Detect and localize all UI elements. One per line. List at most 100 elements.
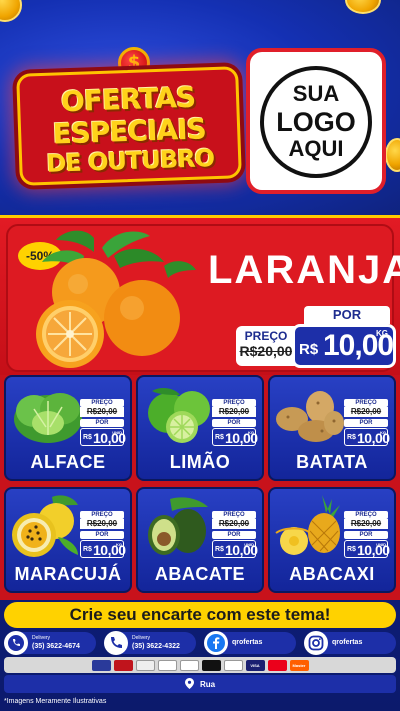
currency-label: R$ [83,434,92,441]
price-tag: PREÇO R$20,00 POR R$ 10,00 UNID [80,399,126,446]
price-box: R$ 10,00 UNID [344,540,390,558]
logo-placeholder: SUA LOGO AQUI [246,48,386,194]
pineapple-image [275,495,340,555]
contact-label: Delivery [132,635,151,641]
cta-banner[interactable]: Crie seu encarte com este tema! [4,602,396,628]
logo-text-1: SUA [292,81,340,107]
facebook-icon [204,631,228,655]
location-pin-icon [184,677,194,691]
por-label: POR [344,419,388,427]
product-card-batata: PREÇO R$20,00 POR R$ 10,00 KG BATATA [268,375,396,481]
product-card-abacaxi: PREÇO R$20,00 POR R$ 10,00 UNID ABACAXI [268,487,396,593]
address-text: Rua [199,679,216,689]
old-price: R$20,00 [80,519,124,529]
contact-whatsapp[interactable]: Delivery (35) 3622-4674 [4,631,96,655]
product-card-maracuja: PREÇO R$20,00 POR R$ 10,00 KG MARACUJÁ [4,487,132,593]
contact-value: qrofertas [232,639,263,646]
mastercard-icon [267,659,287,671]
currency-label: R$ [215,546,224,553]
old-price-box: PREÇO R$20,00 [236,326,296,366]
gold-coin-icon [385,138,400,172]
contact-instagram[interactable]: qrofertas [304,631,396,655]
price-box: R$ 10,00 KG [344,428,390,446]
price-tag: PREÇO R$20,00 POR R$ 10,00 UNID [212,511,258,558]
orange-image [36,230,196,368]
contact-facebook[interactable]: qrofertas [204,631,296,655]
price-tag: PREÇO R$20,00 POR R$ 10,00 KG [212,399,258,446]
price-tag: PREÇO R$20,00 POR R$ 10,00 KG [80,511,126,558]
price-box: R$ 10,00 UNID [212,540,258,558]
product-name: ALFACE [30,452,106,472]
preco-label: PREÇO [344,399,388,407]
price-tag: PREÇO R$20,00 POR R$ 10,00 UNID [344,511,390,558]
hero-section: -50% LARANJA POR PREÇO R$20,00 R$ 10,00 … [0,215,400,375]
unit-label: KG [376,329,388,338]
unit-label: KG [248,430,254,435]
card-icon [223,659,243,671]
pix-icon [157,659,177,671]
hero-price-box: R$ 10,00 KG [292,324,396,368]
card-icon [91,659,111,671]
unit-label: UNID [376,542,386,547]
price-tag: PREÇO R$20,00 POR R$ 10,00 KG [344,399,390,446]
gold-coin-icon [0,0,22,22]
currency-label: R$ [299,341,319,358]
preco-label: PREÇO [80,399,124,407]
price-box: R$ 10,00 KG [80,540,126,558]
por-label: POR [304,306,390,324]
product-name: MARACUJÁ [14,564,122,584]
address-bar[interactable]: Rua [4,675,396,693]
old-price: R$20,00 [344,519,388,529]
lettuce-image [14,393,82,443]
unit-label: UNID [244,542,254,547]
preco-label: PREÇO [212,511,256,519]
currency-label: R$ [83,546,92,553]
gold-coin-icon [345,0,381,14]
product-name: ABACATE [154,564,246,584]
product-card-limao: PREÇO R$20,00 POR R$ 10,00 KG LIMÃO [136,375,264,481]
avocado-image [148,497,208,555]
disclaimer: *Imagens Meramente Ilustrativas [4,698,107,705]
product-card-abacate: PREÇO R$20,00 POR R$ 10,00 UNID ABACATE [136,487,264,593]
product-name: LIMÃO [169,452,231,472]
hero-product-name: LARANJA [208,248,400,292]
contact-label: Delivery [32,635,51,641]
preco-label: PREÇO [344,511,388,519]
contact-value: qrofertas [332,639,363,646]
lime-image [148,388,210,443]
contact-value: (35) 3622-4322 [132,643,180,650]
logo-text-2: LOGO [276,106,356,137]
title-badge: OFERTAS ESPECIAIS DE OUTUBRO [16,66,242,186]
contact-phone[interactable]: Delivery (35) 3622-4322 [104,631,196,655]
old-price: R$20,00 [344,407,388,417]
currency-label: R$ [347,546,356,553]
por-label: POR [80,419,124,427]
preco-label: PREÇO [80,511,124,519]
old-price: R$20,00 [212,407,256,417]
por-label: POR [80,531,124,539]
card-icon [113,659,133,671]
contacts-bar: Delivery (35) 3622-4674 Delivery (35) 36… [0,630,400,656]
old-price: R$20,00 [212,519,256,529]
potato-image [276,391,344,442]
contact-value: (35) 3622-4674 [32,643,80,650]
payment-methods: VISA Master [4,657,396,673]
por-label: POR [212,419,256,427]
card-icon: Master [289,659,309,671]
old-price: R$20,00 [239,343,293,359]
product-name: BATATA [296,452,368,472]
card-icon [179,659,199,671]
product-name: ABACAXI [289,564,375,584]
logo-circle: SUA LOGO AQUI [260,66,372,178]
unit-label: UNID [112,430,122,435]
header-banner: $ OFERTAS ESPECIAIS DE OUTUBRO SUA LOGO … [0,0,400,215]
por-label: POR [344,531,388,539]
instagram-icon [304,631,328,655]
passion-fruit-image [12,495,78,557]
product-card-alface: PREÇO R$20,00 POR R$ 10,00 UNID ALFACE [4,375,132,481]
old-price: R$20,00 [80,407,124,417]
product-grid: PREÇO R$20,00 POR R$ 10,00 UNID ALFACE P… [0,375,400,600]
unit-label: KG [380,430,386,435]
phone-icon [104,631,128,655]
hero-product-card: -50% LARANJA POR PREÇO R$20,00 R$ 10,00 … [6,224,400,372]
